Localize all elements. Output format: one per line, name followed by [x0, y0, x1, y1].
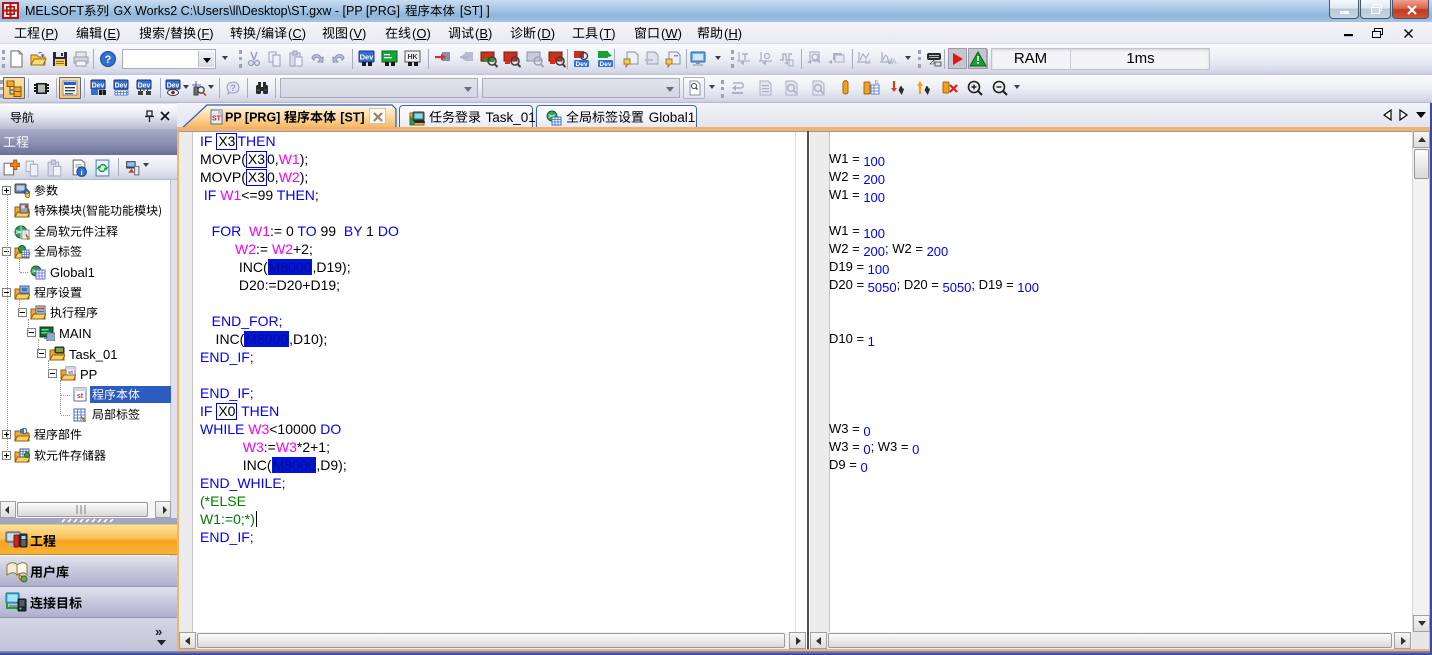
- svg-text:LA: LA: [888, 59, 897, 66]
- svg-text:ST: ST: [212, 116, 222, 123]
- svg-text:?: ?: [230, 83, 236, 93]
- svg-text:Dev: Dev: [360, 53, 375, 62]
- svg-text:Dev: Dev: [92, 83, 105, 90]
- svg-text:Dev: Dev: [167, 83, 180, 90]
- svg-text:Dev: Dev: [138, 83, 151, 90]
- svg-text:st: st: [68, 370, 73, 376]
- svg-text:Dev: Dev: [115, 83, 128, 90]
- svg-text:IL: IL: [875, 80, 879, 86]
- svg-text:Dev: Dev: [576, 61, 588, 68]
- svg-text:st: st: [77, 393, 84, 400]
- svg-text:LI: LI: [865, 59, 871, 66]
- svg-text:i: i: [81, 168, 83, 177]
- svg-text:?: ?: [105, 54, 112, 66]
- svg-text:HK: HK: [407, 54, 417, 61]
- svg-text:Dev: Dev: [600, 61, 612, 68]
